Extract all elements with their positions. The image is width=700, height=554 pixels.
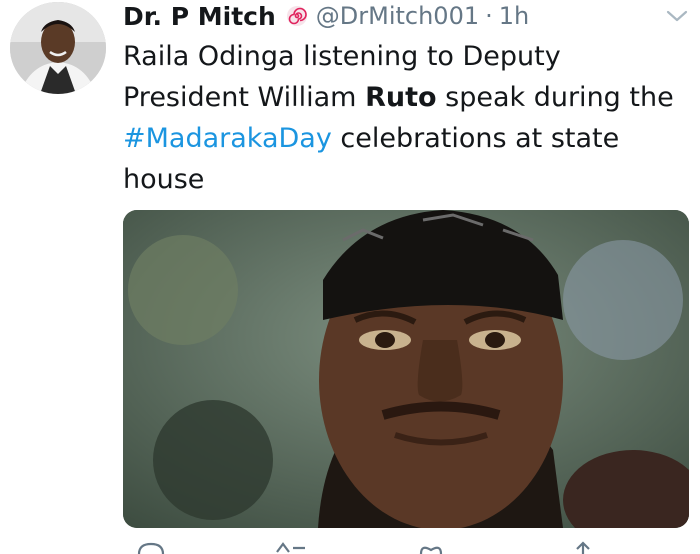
author-avatar[interactable] — [10, 2, 106, 94]
share-icon[interactable] — [563, 540, 603, 554]
hashtag-link[interactable]: #MadarakaDay — [123, 123, 332, 154]
tweet-timestamp[interactable]: 1h — [499, 2, 529, 30]
reply-icon[interactable] — [131, 540, 171, 554]
tweet-header: Dr. P Mitch @DrMitch001 · 1h — [123, 0, 529, 32]
heart-icon[interactable] — [411, 540, 451, 554]
photo-image — [123, 210, 689, 528]
chevron-down-icon[interactable] — [664, 6, 690, 26]
author-handle[interactable]: @DrMitch001 — [316, 2, 479, 30]
tweet-text: Raila Odinga listening to Deputy Preside… — [123, 36, 693, 200]
header-separator: · — [485, 2, 493, 30]
tweet-photo[interactable] — [123, 210, 689, 528]
author-name[interactable]: Dr. P Mitch — [123, 2, 276, 31]
tweet-actions — [123, 540, 683, 554]
retweet-icon[interactable] — [271, 540, 311, 554]
avatar-photo — [10, 2, 106, 94]
tweet-text-segment: speak during the — [436, 82, 674, 113]
swirl-emoji-icon — [286, 5, 308, 27]
tweet-text-bold: Ruto — [365, 82, 437, 113]
